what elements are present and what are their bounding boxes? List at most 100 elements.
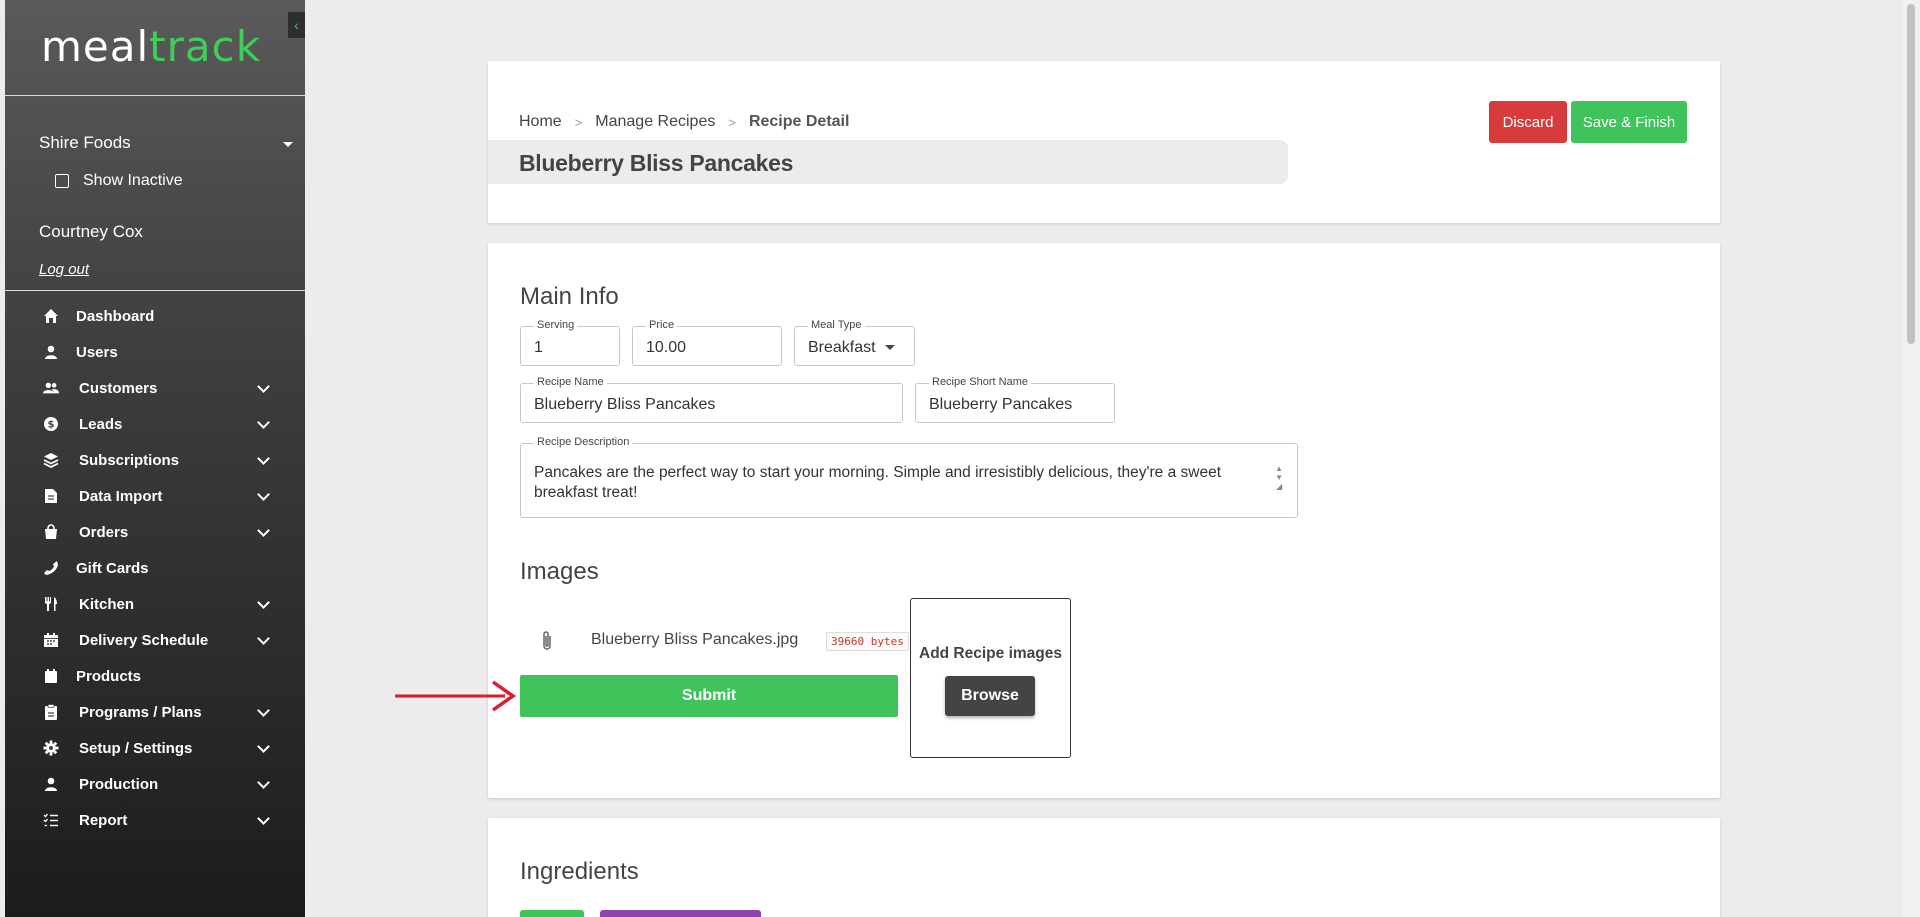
user-icon — [43, 776, 59, 792]
file-name: Blueberry Bliss Pancakes.jpg — [591, 631, 799, 648]
recipe-name-value: Blueberry Bliss Pancakes — [534, 396, 716, 413]
ingredients-action-button[interactable] — [600, 910, 761, 917]
phone-icon — [43, 560, 59, 576]
image-upload-dropzone[interactable]: Add Recipe images Browse — [910, 598, 1071, 758]
sidebar-item-kitchen[interactable]: Kitchen — [5, 586, 305, 622]
breadcrumb-manage-recipes[interactable]: Manage Recipes — [595, 113, 715, 131]
chevron-down-icon — [257, 704, 270, 717]
textarea-scroll-arrows-icon[interactable]: ▲ ▼ ◢ — [1275, 464, 1283, 491]
sidebar-item-label: Dashboard — [76, 307, 155, 325]
clipboard-icon — [43, 704, 59, 720]
sidebar-item-label: Data Import — [79, 487, 163, 505]
submit-button[interactable]: Submit — [520, 675, 898, 717]
list-icon — [43, 812, 59, 828]
meal-type-select[interactable]: Meal Type Breakfast — [794, 319, 915, 366]
sidebar-item-users[interactable]: Users — [5, 334, 305, 370]
chevron-left-icon: ‹ — [294, 17, 299, 33]
home-icon — [43, 308, 59, 324]
meal-type-label: Meal Type — [808, 319, 865, 331]
recipe-description-value: Pancakes are the perfect way to start yo… — [534, 464, 1221, 501]
recipe-short-name-value: Blueberry Pancakes — [929, 396, 1073, 413]
sidebar-item-label: Setup / Settings — [79, 739, 193, 757]
sidebar-item-label: Orders — [79, 523, 129, 541]
sidebar: mealtrack Shire Foods Show Inactive Cour… — [5, 0, 305, 917]
sidebar-item-leads[interactable]: $ Leads — [5, 406, 305, 442]
sidebar-item-delivery-schedule[interactable]: Delivery Schedule — [5, 622, 305, 658]
serving-field[interactable]: Serving 1 — [520, 319, 620, 366]
caret-down-icon[interactable] — [283, 142, 293, 147]
sidebar-item-label: Customers — [79, 379, 158, 397]
chevron-down-icon — [257, 416, 270, 429]
sidebar-nav: Dashboard Users Customers $ Leads Subscr… — [5, 298, 305, 838]
breadcrumb-home[interactable]: Home — [519, 113, 562, 131]
sidebar-item-label: Users — [76, 343, 118, 361]
recipe-description-textarea[interactable]: Recipe Description Pancakes are the perf… — [520, 436, 1298, 518]
sidebar-item-label: Products — [76, 667, 142, 685]
sidebar-item-label: Report — [79, 811, 128, 829]
sidebar-collapse-button[interactable]: ‹ — [288, 12, 305, 38]
logo-meal-text: meal — [41, 22, 150, 71]
show-inactive-toggle[interactable]: Show Inactive — [55, 172, 183, 190]
caret-down-icon — [885, 345, 895, 350]
company-selector[interactable]: Shire Foods — [39, 133, 131, 153]
utensils-icon — [43, 596, 59, 612]
breadcrumb-recipe-detail: Recipe Detail — [748, 113, 850, 130]
header-card: Home > Manage Recipes > Recipe Detail Bl… — [488, 61, 1720, 223]
upload-title: Add Recipe images — [919, 645, 1062, 662]
mealtrack-logo[interactable]: mealtrack — [41, 22, 261, 71]
recipe-name-field[interactable]: Recipe Name Blueberry Bliss Pancakes — [520, 376, 903, 423]
chevron-down-icon — [257, 740, 270, 753]
browse-button[interactable]: Browse — [945, 676, 1035, 716]
recipe-short-name-label: Recipe Short Name — [929, 376, 1031, 388]
sidebar-item-products[interactable]: Products — [5, 658, 305, 694]
chevron-down-icon — [257, 632, 270, 645]
sidebar-item-customers[interactable]: Customers — [5, 370, 305, 406]
logout-link[interactable]: Log out — [39, 261, 89, 278]
sidebar-item-gift-cards[interactable]: Gift Cards — [5, 550, 305, 586]
recipe-description-label: Recipe Description — [534, 436, 633, 448]
gear-icon — [43, 740, 59, 756]
users-icon — [43, 380, 59, 396]
user-name: Courtney Cox — [39, 222, 143, 241]
price-field[interactable]: Price 10.00 — [632, 319, 782, 366]
chevron-down-icon — [257, 452, 270, 465]
sidebar-item-setup-settings[interactable]: Setup / Settings — [5, 730, 305, 766]
sidebar-divider — [5, 95, 305, 96]
save-finish-button[interactable]: Save & Finish — [1571, 101, 1687, 143]
calendar-icon — [43, 632, 59, 648]
main-info-card: Main Info Serving 1 Price 10.00 Meal Typ… — [488, 243, 1720, 798]
sidebar-divider — [5, 290, 305, 291]
scrollbar-thumb[interactable] — [1907, 4, 1915, 344]
show-inactive-checkbox[interactable] — [55, 174, 69, 188]
box-icon — [43, 668, 59, 684]
recipe-name-label: Recipe Name — [534, 376, 607, 388]
sidebar-item-programs-plans[interactable]: Programs / Plans — [5, 694, 305, 730]
chevron-down-icon — [257, 524, 270, 537]
breadcrumb-separator: > — [728, 114, 736, 130]
chevron-down-icon — [257, 596, 270, 609]
sidebar-item-orders[interactable]: Orders — [5, 514, 305, 550]
sidebar-item-data-import[interactable]: Data Import — [5, 478, 305, 514]
discard-button[interactable]: Discard — [1489, 101, 1567, 143]
sidebar-item-report[interactable]: Report — [5, 802, 305, 838]
price-value: 10.00 — [646, 339, 687, 356]
sidebar-item-label: Production — [79, 775, 159, 793]
sidebar-item-subscriptions[interactable]: Subscriptions — [5, 442, 305, 478]
logo-track-text: track — [149, 22, 262, 71]
shopping-bag-icon — [43, 524, 59, 540]
layers-icon — [43, 452, 59, 468]
breadcrumb: Home > Manage Recipes > Recipe Detail — [519, 113, 849, 131]
recipe-short-name-field[interactable]: Recipe Short Name Blueberry Pancakes — [915, 376, 1115, 423]
ingredients-add-button[interactable] — [520, 910, 584, 917]
sidebar-item-production[interactable]: Production — [5, 766, 305, 802]
sidebar-item-dashboard[interactable]: Dashboard — [5, 298, 305, 334]
annotation-arrow-icon — [395, 680, 517, 712]
breadcrumb-separator: > — [574, 114, 583, 130]
paperclip-icon — [540, 630, 554, 657]
file-size-badge: 39660 bytes — [826, 632, 909, 651]
sidebar-item-label: Gift Cards — [76, 559, 149, 577]
page-scrollbar[interactable] — [1903, 0, 1920, 917]
sidebar-item-label: Subscriptions — [79, 451, 180, 469]
ingredients-title: Ingredients — [520, 858, 639, 885]
show-inactive-label: Show Inactive — [83, 172, 183, 189]
